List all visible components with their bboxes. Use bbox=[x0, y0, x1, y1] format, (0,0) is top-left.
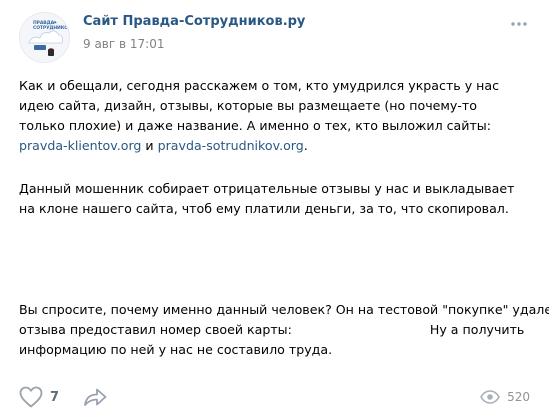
post-author-name[interactable]: Сайт Правда-Сотрудников.ру bbox=[83, 14, 305, 29]
avatar-logo-text: ПРАВДА СОТРУДНИКОВ bbox=[33, 21, 70, 31]
share-button[interactable] bbox=[82, 383, 108, 411]
paragraph-3-line-2: отзыва предоставил номер своей карты: Ну … bbox=[19, 320, 524, 340]
paragraph-3-line-3: информацию по ней у нас не составило тру… bbox=[19, 342, 333, 357]
like-button[interactable]: 7 bbox=[19, 383, 59, 411]
paragraph-1-end: . bbox=[303, 138, 308, 153]
paragraph-1-text: Как и обещали, сегодня расскажем о том, … bbox=[19, 78, 500, 133]
post-paragraph-1: Как и обещали, сегодня расскажем о том, … bbox=[19, 76, 524, 156]
like-count: 7 bbox=[50, 389, 60, 405]
views-count: 520 bbox=[507, 390, 530, 404]
post-paragraph-3: Вы спросите, почему именно данный челове… bbox=[19, 300, 549, 360]
link-pravda-klientov[interactable]: pravda-klientov.org bbox=[19, 138, 141, 153]
paragraph-3-line-2-b: Ну а получить bbox=[429, 322, 525, 337]
eye-icon bbox=[480, 390, 501, 404]
heart-icon bbox=[19, 386, 43, 408]
share-arrow-icon bbox=[84, 388, 107, 406]
post-actions: 7 520 bbox=[19, 383, 530, 411]
views-counter: 520 bbox=[480, 383, 530, 411]
paragraph-2-text: Данный мошенник собирает отрицательные о… bbox=[19, 180, 515, 216]
post-paragraph-2: Данный мошенник собирает отрицательные о… bbox=[19, 166, 524, 231]
link-pravda-sotrudnikov[interactable]: pravda-sotrudnikov.org bbox=[158, 138, 304, 153]
paragraph-3-line-2-a: отзыва предоставил номер своей карты: bbox=[19, 322, 292, 337]
paragraph-3-line-1: Вы спросите, почему именно данный челове… bbox=[19, 302, 549, 317]
more-button[interactable] bbox=[505, 14, 533, 34]
post-date[interactable]: 9 авг в 17:01 bbox=[83, 37, 164, 51]
avatar[interactable]: ❝ ПРАВДА СОТРУДНИКОВ bbox=[19, 12, 70, 63]
more-dots-icon bbox=[511, 22, 527, 26]
paragraph-1-conjunction: и bbox=[141, 138, 158, 153]
